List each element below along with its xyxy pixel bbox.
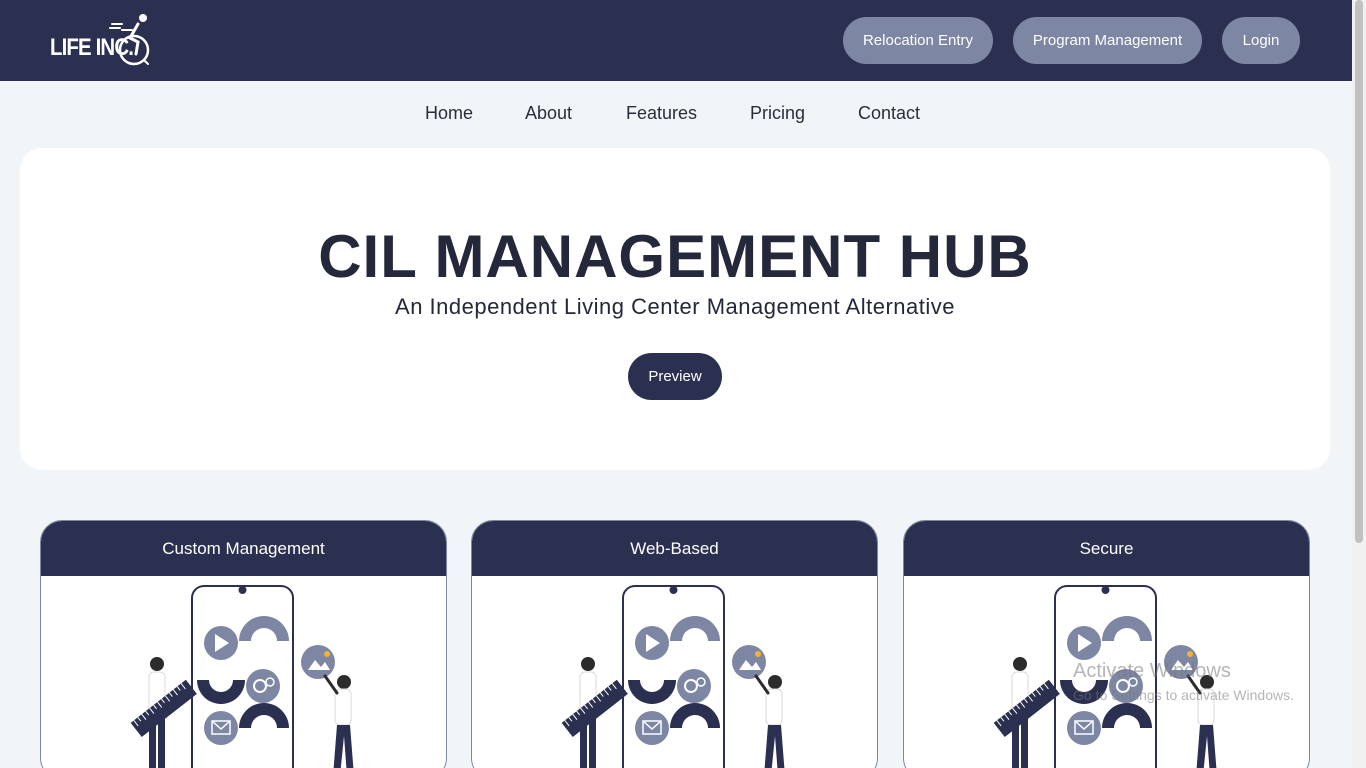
nav-about[interactable]: About (525, 103, 572, 124)
login-button[interactable]: Login (1222, 17, 1300, 64)
feature-card-title: Custom Management (41, 521, 446, 576)
life-inc-logo[interactable]: LIFE INC. (48, 12, 152, 68)
scrollbar-thumb[interactable] (1355, 0, 1363, 543)
relocation-entry-button[interactable]: Relocation Entry (843, 17, 993, 64)
nav-pricing[interactable]: Pricing (750, 103, 805, 124)
phone-apps-illustration (41, 576, 446, 768)
main-nav: Home About Features Pricing Contact (0, 103, 1352, 127)
feature-card-custom-management: Custom Management (40, 520, 447, 768)
hero-title: CIL MANAGEMENT HUB (318, 223, 1032, 290)
hero-section: CIL MANAGEMENT HUB An Independent Living… (20, 148, 1330, 470)
top-header: LIFE INC. Relocation Entry Program Manag… (0, 0, 1352, 81)
preview-button[interactable]: Preview (628, 353, 722, 400)
phone-apps-illustration (904, 576, 1309, 768)
wheelchair-runner-icon (109, 14, 150, 66)
feature-card-title: Web-Based (472, 521, 877, 576)
program-management-button[interactable]: Program Management (1013, 17, 1202, 64)
feature-card-secure: Secure (903, 520, 1310, 768)
feature-card-web-based: Web-Based (471, 520, 878, 768)
page-scrollbar[interactable] (1352, 0, 1366, 768)
hero-subtitle: An Independent Living Center Management … (395, 294, 955, 319)
nav-features[interactable]: Features (626, 103, 697, 124)
nav-home[interactable]: Home (425, 103, 473, 124)
nav-contact[interactable]: Contact (858, 103, 920, 124)
phone-apps-illustration (472, 576, 877, 768)
feature-card-title: Secure (904, 521, 1309, 576)
